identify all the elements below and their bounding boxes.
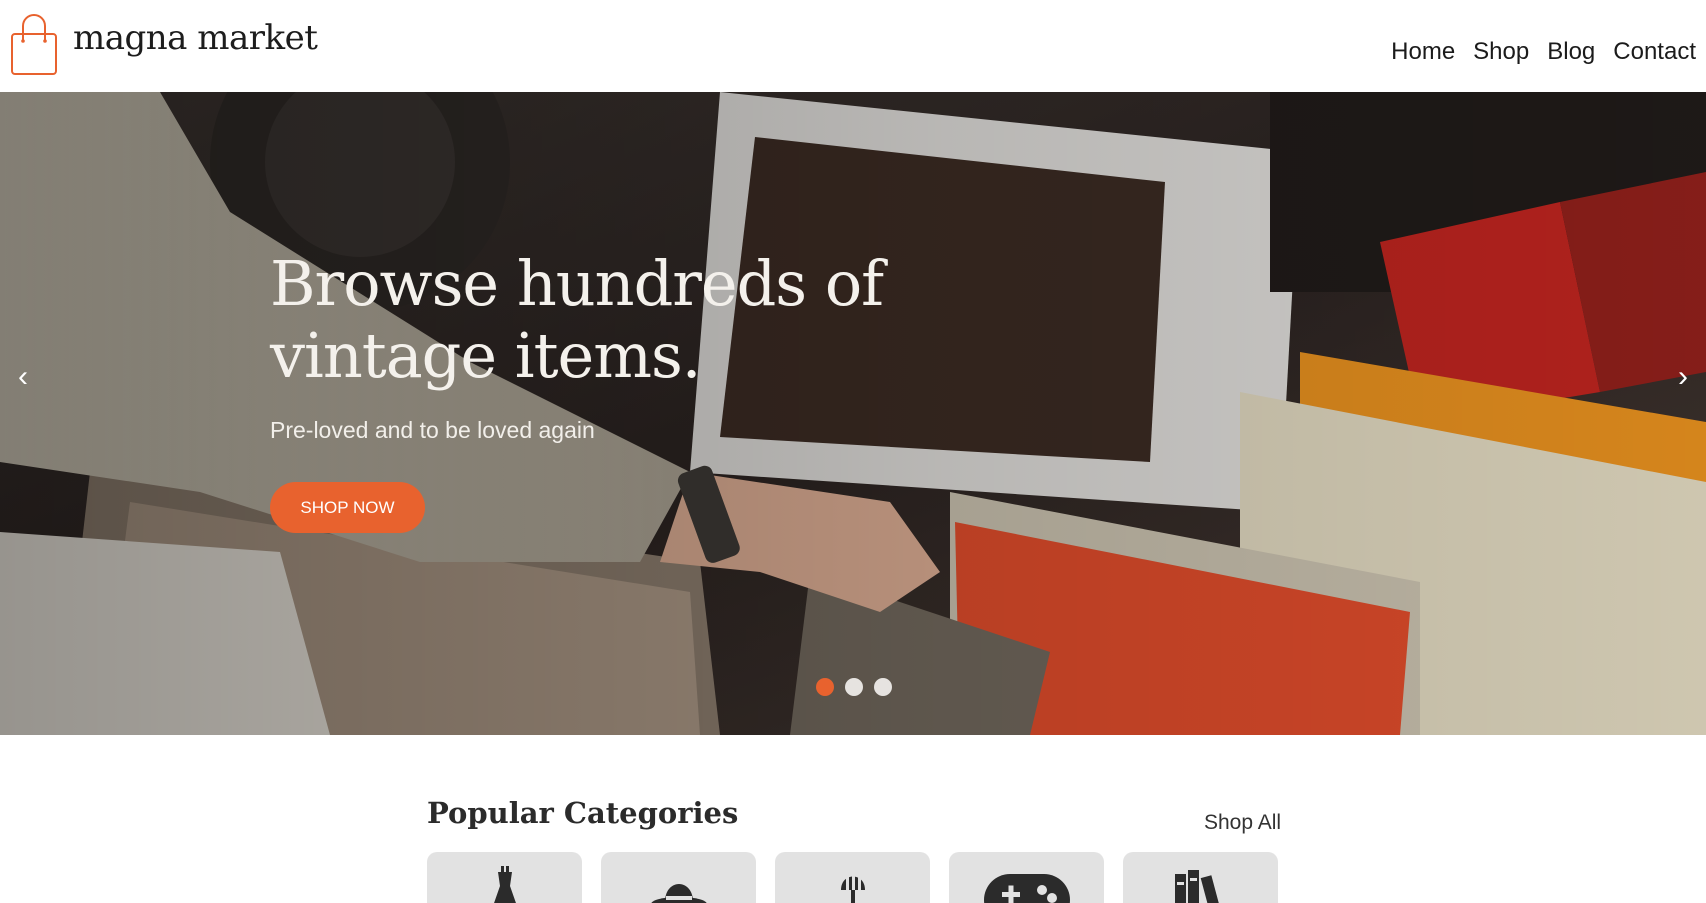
- hero-overlay: [0, 92, 1706, 735]
- shopping-bag-icon: [11, 14, 57, 75]
- category-card-books[interactable]: [1123, 852, 1278, 903]
- main-nav: Home Shop Blog Contact: [1391, 38, 1696, 66]
- hero-carousel: Browse hundreds of vintage items. Pre-lo…: [0, 92, 1706, 735]
- dress-icon: [493, 866, 516, 903]
- carousel-dot-3[interactable]: [874, 678, 892, 696]
- gamepad-icon: [983, 874, 1070, 903]
- hat-icon: [650, 884, 707, 903]
- carousel-dot-2[interactable]: [845, 678, 863, 696]
- nav-shop[interactable]: Shop: [1473, 38, 1529, 66]
- carousel-prev-arrow[interactable]: ‹: [8, 360, 38, 394]
- lamp-icon: [840, 876, 865, 903]
- category-card-games[interactable]: [949, 852, 1104, 903]
- hero-title: Browse hundreds of vintage items.: [270, 247, 884, 392]
- carousel-next-arrow[interactable]: ›: [1668, 360, 1698, 394]
- popular-categories-heading: Popular Categories: [427, 796, 739, 830]
- category-card-dress[interactable]: [427, 852, 582, 903]
- carousel-dots: [816, 678, 892, 696]
- hero-subtitle: Pre-loved and to be loved again: [270, 417, 595, 443]
- shop-all-link[interactable]: Shop All: [1204, 811, 1281, 835]
- brand-name: magna market: [73, 18, 318, 58]
- category-list: [427, 852, 1278, 903]
- nav-contact[interactable]: Contact: [1613, 38, 1696, 66]
- category-card-lamp[interactable]: [775, 852, 930, 903]
- shop-now-button[interactable]: SHOP NOW: [270, 482, 425, 533]
- logo[interactable]: magna market: [9, 14, 318, 76]
- category-card-hat[interactable]: [601, 852, 756, 903]
- nav-home[interactable]: Home: [1391, 38, 1455, 66]
- nav-blog[interactable]: Blog: [1547, 38, 1595, 66]
- site-header: magna market Home Shop Blog Contact: [0, 0, 1706, 92]
- books-icon: [1174, 870, 1224, 903]
- carousel-dot-1[interactable]: [816, 678, 834, 696]
